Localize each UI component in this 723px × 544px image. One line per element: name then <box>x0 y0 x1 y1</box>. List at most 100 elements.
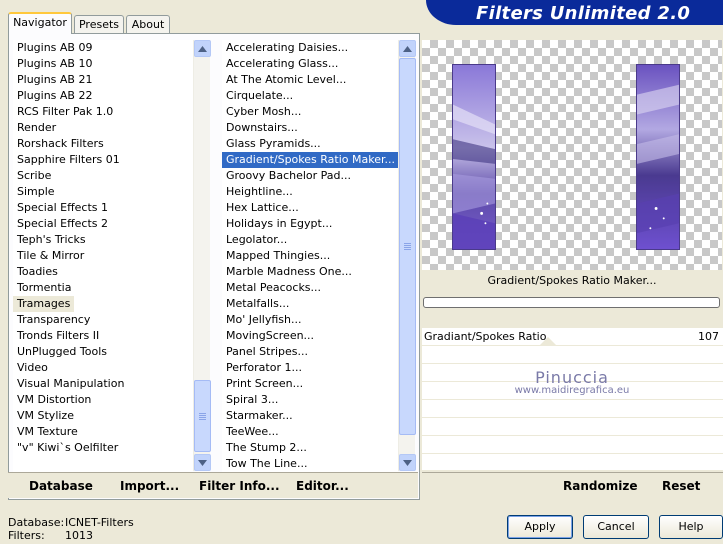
tab-navigator[interactable]: Navigator <box>8 12 72 34</box>
scroll-up-icon <box>403 45 412 52</box>
parameter-row-empty <box>422 454 723 472</box>
list-item[interactable]: Transparency <box>13 312 193 328</box>
list-item[interactable]: Cyber Mosh... <box>222 104 398 120</box>
list-item[interactable]: Tramages <box>13 296 193 312</box>
list-item[interactable]: Groovy Bachelor Pad... <box>222 168 398 184</box>
list-item[interactable]: Special Effects 2 <box>13 216 193 232</box>
list-item[interactable]: Plugins AB 21 <box>13 72 193 88</box>
scroll-down-icon <box>403 459 412 466</box>
list-item-label: Hex Lattice... <box>226 201 299 214</box>
database-status: Database: ICNET-Filters <box>8 516 134 529</box>
list-item-label: Metal Peacocks... <box>226 281 322 294</box>
list-item[interactable]: Plugins AB 22 <box>13 88 193 104</box>
category-scrollbar[interactable] <box>193 40 211 471</box>
parameter-row-empty <box>422 346 723 364</box>
list-item[interactable]: Starmaker... <box>222 408 398 424</box>
apply-button[interactable]: Apply <box>507 515 573 539</box>
list-item-label: MovingScreen... <box>226 329 315 342</box>
filter-info-button[interactable]: Filter Info... <box>199 479 280 493</box>
cancel-button[interactable]: Cancel <box>583 515 649 539</box>
list-item[interactable]: At The Atomic Level... <box>222 72 398 88</box>
list-item-label: Video <box>17 361 48 374</box>
list-item[interactable]: TeeWee... <box>222 424 398 440</box>
slider-thumb[interactable] <box>540 337 556 345</box>
list-item[interactable]: Print Screen... <box>222 376 398 392</box>
list-item[interactable]: Plugins AB 09 <box>13 40 193 56</box>
list-item[interactable]: Metal Peacocks... <box>222 280 398 296</box>
list-item[interactable]: Render <box>13 120 193 136</box>
list-item-label: Accelerating Glass... <box>226 57 339 70</box>
list-item-label: At The Atomic Level... <box>226 73 347 86</box>
parameter-row[interactable]: Gradiant/Spokes Ratio 107 <box>422 328 723 346</box>
scroll-down-button[interactable] <box>194 454 211 471</box>
parameter-value: 107 <box>698 330 719 343</box>
list-item[interactable]: Metalfalls... <box>222 296 398 312</box>
list-item[interactable]: Mo' Jellyfish... <box>222 312 398 328</box>
list-item[interactable]: VM Distortion <box>13 392 193 408</box>
list-item[interactable]: "v" Kiwi`s Oelfilter <box>13 440 193 456</box>
list-item-label: Toadies <box>17 265 58 278</box>
list-item[interactable]: Tow The Line... <box>222 456 398 472</box>
list-item[interactable]: Panel Stripes... <box>222 344 398 360</box>
list-item[interactable]: Plugins AB 10 <box>13 56 193 72</box>
list-item[interactable]: Gradient/Spokes Ratio Maker... <box>222 151 398 169</box>
list-item[interactable]: Holidays in Egypt... <box>222 216 398 232</box>
list-item[interactable]: MovingScreen... <box>222 328 398 344</box>
list-item[interactable]: Rorshack Filters <box>13 136 193 152</box>
list-item-label: Panel Stripes... <box>226 345 309 358</box>
scroll-thumb[interactable] <box>399 58 416 435</box>
database-button[interactable]: Database <box>29 479 93 493</box>
list-item[interactable]: The Stump 2... <box>222 440 398 456</box>
filter-scrollbar[interactable] <box>398 40 416 471</box>
list-item[interactable]: Marble Madness One... <box>222 264 398 280</box>
preview-strip-right <box>636 64 680 250</box>
scroll-down-icon <box>198 459 207 466</box>
scroll-up-button[interactable] <box>399 40 416 57</box>
list-item[interactable]: Heightline... <box>222 184 398 200</box>
list-item[interactable]: VM Texture <box>13 424 193 440</box>
list-item[interactable]: Tormentia <box>13 280 193 296</box>
list-item[interactable]: Mapped Thingies... <box>222 248 398 264</box>
list-item[interactable]: Glass Pyramids... <box>222 136 398 152</box>
filters-count: 1013 <box>65 529 93 542</box>
preview-strip-left <box>452 64 496 250</box>
list-item[interactable]: Visual Manipulation <box>13 376 193 392</box>
list-item[interactable]: Accelerating Daisies... <box>222 40 398 56</box>
filter-list[interactable]: Accelerating Daisies... Accelerating Glas… <box>222 40 398 472</box>
list-item[interactable]: Spiral 3... <box>222 392 398 408</box>
scroll-thumb[interactable] <box>194 380 211 452</box>
editor-button[interactable]: Editor... <box>296 479 349 493</box>
app-title: Filters Unlimited 2.0 <box>476 3 691 24</box>
list-item[interactable]: Sapphire Filters 01 <box>13 152 193 168</box>
tab-about[interactable]: About <box>126 15 170 34</box>
list-item[interactable]: Special Effects 1 <box>13 200 193 216</box>
list-item[interactable]: Hex Lattice... <box>222 200 398 216</box>
list-item[interactable]: Scribe <box>13 168 193 184</box>
scroll-up-button[interactable] <box>194 40 211 57</box>
navigator-button-bar: Database Import... Filter Info... Editor… <box>8 472 418 498</box>
list-item[interactable]: Downstairs... <box>222 120 398 136</box>
category-list[interactable]: Plugins AB 09 Plugins AB 10 Plugins AB 21 P… <box>13 40 193 472</box>
list-item[interactable]: UnPlugged Tools <box>13 344 193 360</box>
list-item[interactable]: Simple <box>13 184 193 200</box>
help-button[interactable]: Help <box>659 515 723 539</box>
list-item-label: Special Effects 2 <box>17 217 109 230</box>
list-item[interactable]: Cirquelate... <box>222 88 398 104</box>
import-button[interactable]: Import... <box>120 479 179 493</box>
list-item[interactable]: RCS Filter Pak 1.0 <box>13 104 193 120</box>
list-item[interactable]: VM Stylize <box>13 408 193 424</box>
list-item[interactable]: Teph's Tricks <box>13 232 193 248</box>
list-item[interactable]: Accelerating Glass... <box>222 56 398 72</box>
list-item[interactable]: Tile & Mirror <box>13 248 193 264</box>
tab-presets[interactable]: Presets <box>74 15 124 34</box>
list-item[interactable]: Legolator... <box>222 232 398 248</box>
list-item[interactable]: Tronds Filters II <box>13 328 193 344</box>
scroll-up-icon <box>198 45 207 52</box>
list-item[interactable]: Video <box>13 360 193 376</box>
list-item[interactable]: Perforator 1... <box>222 360 398 376</box>
list-item[interactable]: Toadies <box>13 264 193 280</box>
progress-bar <box>423 297 720 308</box>
scroll-down-button[interactable] <box>399 454 416 471</box>
reset-button[interactable]: Reset <box>662 479 700 493</box>
randomize-button[interactable]: Randomize <box>563 479 637 493</box>
